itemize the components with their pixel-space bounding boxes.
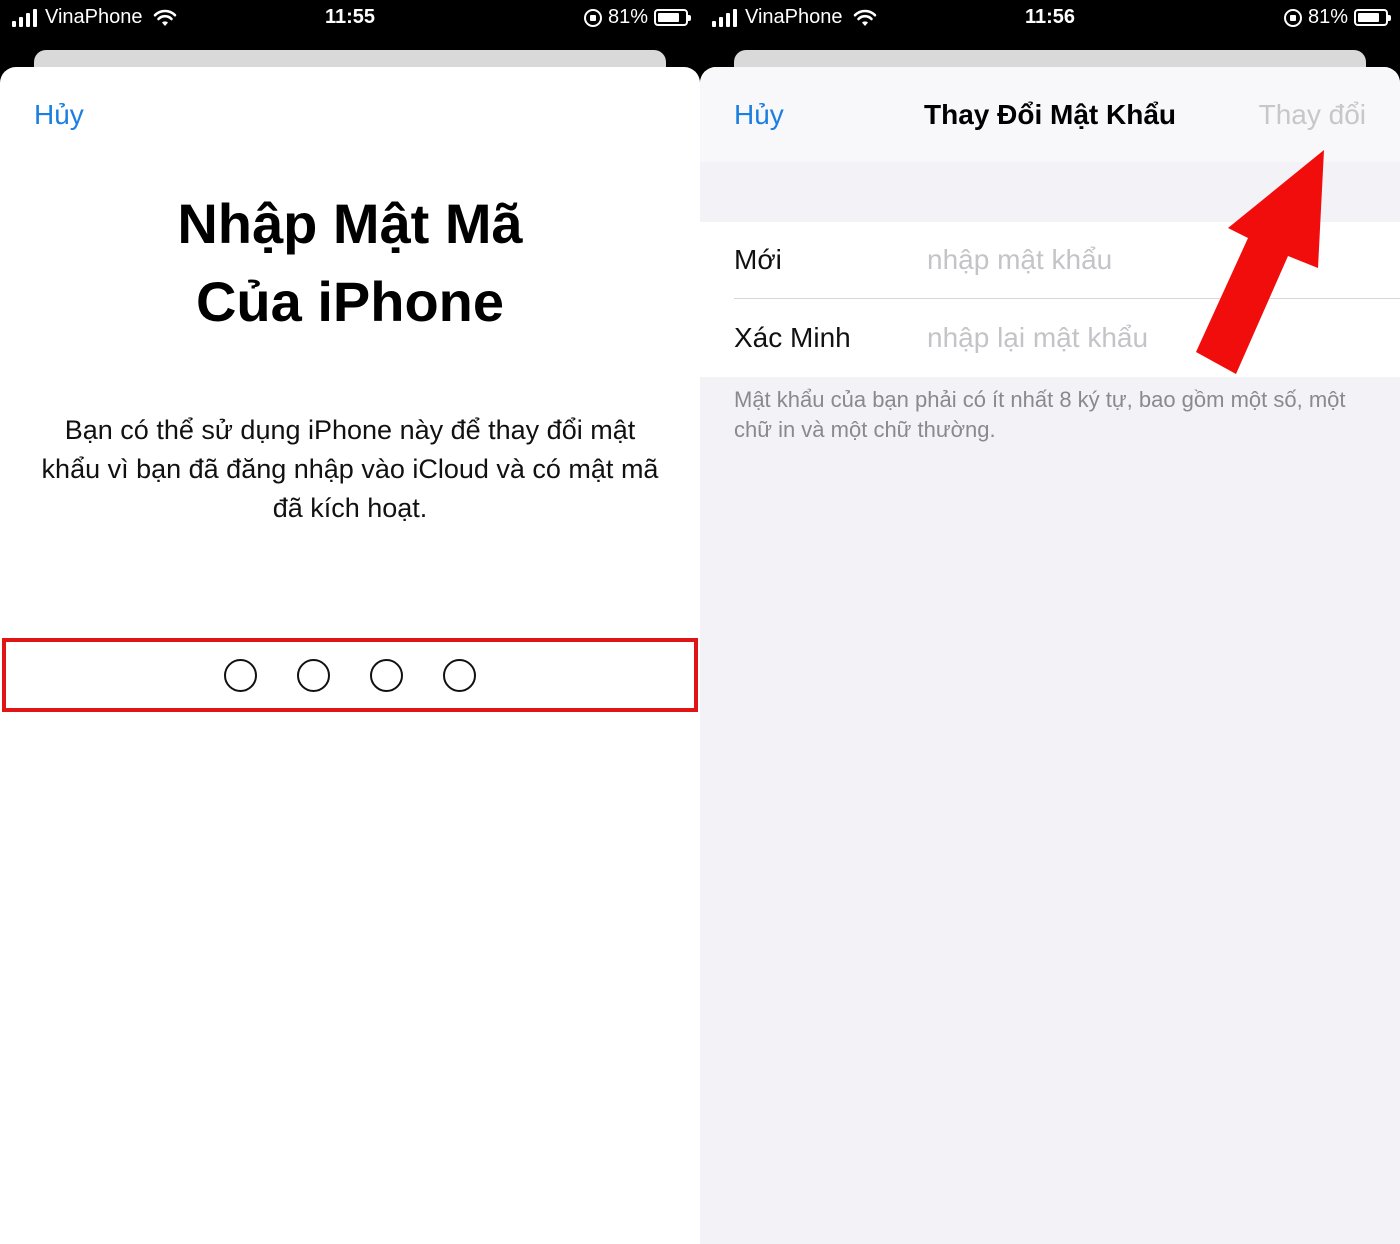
passcode-sheet: Hủy Nhập Mật Mã Của iPhone Bạn có thể sử…	[0, 67, 700, 1244]
navigation-bar: Hủy Thay Đổi Mật Khẩu Thay đổi	[700, 67, 1400, 162]
battery-fill	[1358, 13, 1380, 22]
new-password-label: Mới	[734, 244, 782, 275]
title-line-2: Của iPhone	[195, 270, 505, 333]
screen-enter-passcode: VinaPhone 11:55 81% Hủy Nhập Mật Mã Của …	[0, 0, 700, 1244]
password-requirements-text: Mật khẩu của bạn phải có ít nhất 8 ký tự…	[734, 387, 1346, 442]
verify-password-input[interactable]	[927, 318, 1367, 358]
title-line-1: Nhập Mật Mã	[177, 192, 523, 255]
change-button[interactable]: Thay đổi	[1259, 99, 1366, 131]
password-form: Mới Xác Minh	[700, 222, 1400, 377]
verify-password-row: Xác Minh	[734, 300, 1400, 377]
battery-icon	[654, 9, 691, 26]
new-password-input[interactable]	[927, 240, 1367, 280]
screen-change-password: VinaPhone 11:56 81% Hủy Thay Đổi Mật Khẩ…	[700, 0, 1400, 1244]
status-bar: VinaPhone 11:55 81%	[0, 0, 700, 40]
orientation-lock-icon	[1283, 8, 1302, 27]
passcode-dot	[443, 658, 476, 692]
new-password-row: Mới	[734, 222, 1400, 299]
orientation-lock-icon	[583, 8, 602, 27]
battery-percent: 81%	[607, 6, 648, 28]
battery-fill	[658, 13, 680, 22]
passcode-dot	[370, 658, 403, 692]
passcode-entry[interactable]	[6, 642, 694, 708]
battery-percent: 81%	[1307, 6, 1348, 28]
description-text: Bạn có thể sử dụng iPhone này để thay đổ…	[41, 415, 659, 523]
change-password-sheet: Hủy Thay Đổi Mật Khẩu Thay đổi Mới Xác M…	[700, 67, 1400, 1244]
battery-icon	[1354, 9, 1391, 26]
verify-password-label: Xác Minh	[734, 322, 851, 353]
passcode-dot	[297, 658, 330, 692]
cancel-button[interactable]: Hủy	[34, 99, 84, 131]
status-bar: VinaPhone 11:56 81%	[700, 0, 1400, 40]
page-title: Nhập Mật Mã Của iPhone	[0, 185, 700, 341]
passcode-dot	[224, 658, 257, 692]
passcode-highlight-box	[2, 638, 698, 712]
